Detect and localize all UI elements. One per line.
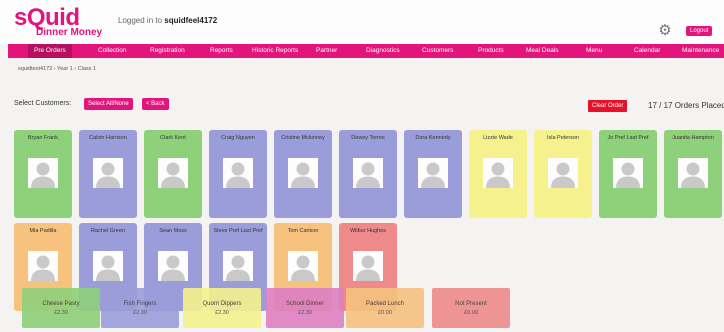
logged-in-prefix: Logged in to [118, 16, 165, 25]
customer-name: Cristine Mckinney [281, 135, 325, 141]
avatar-placeholder-icon [288, 158, 318, 188]
customer-name: Clark Kent [160, 135, 186, 141]
customer-card[interactable]: Clark Kent [144, 130, 202, 218]
customer-card[interactable]: Jo Pref Last Pref [599, 130, 657, 218]
meal-legend-item[interactable]: School Dinner £2.30 [266, 288, 344, 328]
meal-legend-item[interactable]: Fish Fingers £2.30 [101, 288, 179, 328]
squid-logo[interactable]: sQuid Dinner Money [14, 6, 102, 38]
nav-menu[interactable]: Menu [584, 47, 604, 54]
meal-price: £2.30 [133, 310, 147, 316]
avatar-placeholder-icon [223, 251, 253, 281]
customer-card[interactable]: Calvin Harrison [79, 130, 137, 218]
orders-count: 17 / 17 Orders Placed [648, 101, 724, 110]
customer-name: Dewey Torres [351, 135, 385, 141]
avatar-placeholder-icon [418, 158, 448, 188]
avatar-placeholder-icon [613, 158, 643, 188]
customer-name: Juanita Hampton [672, 135, 714, 141]
customer-name: Wilbur Hughes [349, 228, 387, 234]
avatar-placeholder-icon [28, 251, 58, 281]
customer-name: Craig Nguyen [221, 135, 255, 141]
select-customers-label: Select Customers: [14, 100, 72, 107]
nav-calendar[interactable]: Calendar [632, 47, 662, 54]
gear-icon[interactable]: ⚙ [658, 23, 672, 38]
customer-card[interactable]: Bryan Frank [14, 130, 72, 218]
avatar-placeholder-icon [158, 251, 188, 281]
nav-customers[interactable]: Customers [420, 47, 455, 54]
avatar-placeholder-icon [93, 158, 123, 188]
nav-historic-reports[interactable]: Historic Reports [250, 47, 300, 54]
avatar-placeholder-icon [353, 158, 383, 188]
customer-name: Tom Carlson [287, 228, 319, 234]
meal-legend-item[interactable]: Quorn Dippers £2.30 [183, 288, 261, 328]
avatar-placeholder-icon [548, 158, 578, 188]
avatar-placeholder-icon [223, 158, 253, 188]
meal-legend-item[interactable]: Packed Lunch £0.00 [346, 288, 424, 328]
logout-button[interactable]: Logout [686, 26, 713, 36]
nav-partner[interactable]: Partner [314, 47, 339, 54]
meal-legend-item[interactable]: Not Present £0.00 [432, 288, 510, 328]
customer-card[interactable]: Dewey Torres [339, 130, 397, 218]
customer-card[interactable]: Isla Peterson [534, 130, 592, 218]
meal-price: £2.30 [215, 310, 229, 316]
username: squidfeel4172 [164, 16, 218, 25]
meal-name: Packed Lunch [365, 301, 405, 307]
avatar-placeholder-icon [158, 158, 188, 188]
nav-meal-deals[interactable]: Meal Deals [524, 47, 561, 54]
customer-name: Rachel Green [91, 228, 125, 234]
meal-name: Fish Fingers [123, 301, 157, 307]
meal-legend-item[interactable]: Cheese Pasty £2.30 [22, 288, 100, 328]
select-all-button[interactable]: Select All/None [84, 98, 133, 110]
avatar-placeholder-icon [28, 158, 58, 188]
logged-in-text: Logged in to squidfeel4172 [118, 16, 217, 25]
nav-reports[interactable]: Reports [208, 47, 235, 54]
nav-maintenance[interactable]: Maintenance [680, 47, 721, 54]
meal-price: £2.30 [298, 310, 312, 316]
customer-name: Calvin Harrison [89, 135, 127, 141]
customer-name: Mia Padilla [29, 228, 57, 234]
top-bar: sQuid Dinner Money Logged in to squidfee… [0, 0, 724, 44]
nav-products[interactable]: Products [476, 47, 506, 54]
customer-name: Isla Peterson [546, 135, 580, 141]
avatar-placeholder-icon [288, 251, 318, 281]
customer-card[interactable]: Cristine Mckinney [274, 130, 332, 218]
customer-name: Steve Pref Last Pref [213, 228, 263, 234]
customer-card[interactable]: Craig Nguyen [209, 130, 267, 218]
nav-registration[interactable]: Registration [148, 47, 187, 54]
customer-name: Sean Moss [159, 228, 187, 234]
breadcrumb: squidtest4172 › Year 1 › Class 1 [18, 66, 96, 72]
customer-name: Lizzie Wade [483, 135, 513, 141]
meal-name: School Dinner [286, 301, 324, 307]
clear-order-button[interactable]: Clear Order [588, 100, 628, 112]
nav-pre-orders[interactable]: Pre Orders [28, 44, 72, 58]
customer-card[interactable]: Dora Kennedy [404, 130, 462, 218]
customer-card[interactable]: Juanita Hampton [664, 130, 722, 218]
customer-name: Jo Pref Last Pref [607, 135, 649, 141]
meal-name: Not Present [455, 301, 487, 307]
meal-price: £2.30 [54, 310, 68, 316]
brand-subtitle: Dinner Money [36, 27, 103, 38]
meal-price: £0.00 [378, 310, 392, 316]
main-nav: Pre Orders Collection Registration Repor… [8, 44, 724, 58]
nav-collection[interactable]: Collection [96, 47, 129, 54]
meal-price: £0.00 [464, 310, 478, 316]
avatar-placeholder-icon [353, 251, 383, 281]
meal-name: Cheese Pasty [42, 301, 80, 307]
avatar-placeholder-icon [93, 251, 123, 281]
customer-card[interactable]: Lizzie Wade [469, 130, 527, 218]
back-button[interactable]: < Back [142, 98, 169, 110]
avatar-placeholder-icon [678, 158, 708, 188]
meal-name: Quorn Dippers [202, 301, 242, 307]
customer-name: Dora Kennedy [415, 135, 451, 141]
customer-name: Bryan Frank [28, 135, 58, 141]
nav-diagnostics[interactable]: Diagnostics [364, 47, 402, 54]
avatar-placeholder-icon [483, 158, 513, 188]
